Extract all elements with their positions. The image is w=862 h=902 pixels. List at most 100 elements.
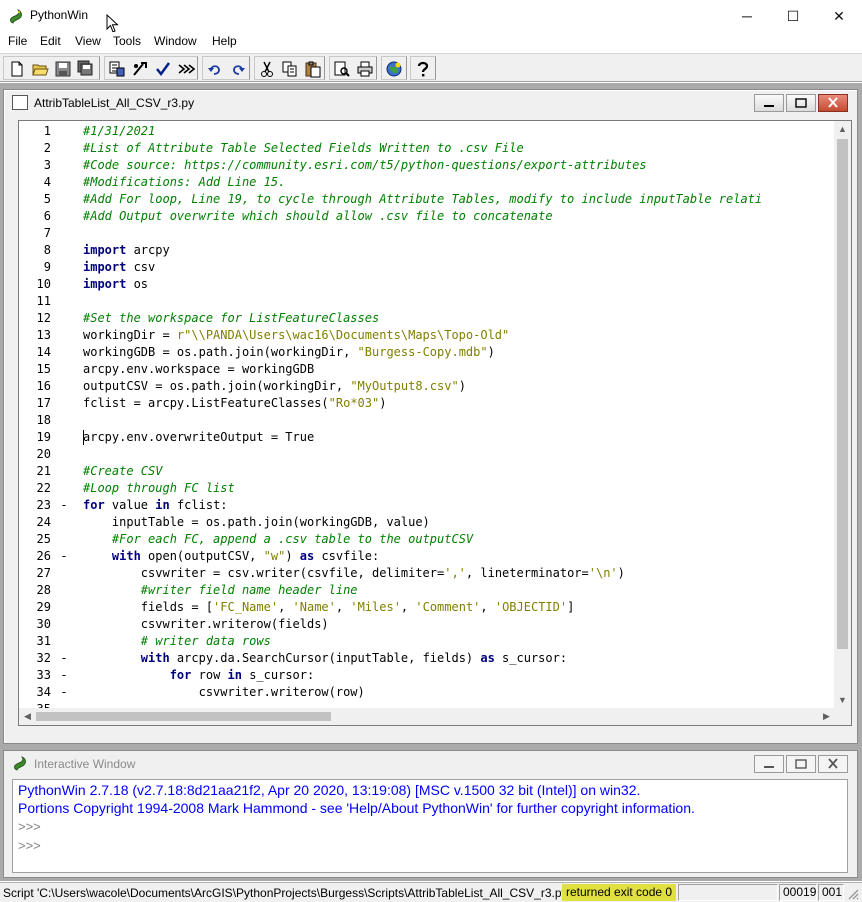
code-line[interactable]: #Create CSV <box>83 463 835 480</box>
code-line[interactable]: arcpy.env.workspace = workingGDB <box>83 361 835 378</box>
code-token: import <box>83 277 127 291</box>
grep-icon[interactable] <box>108 60 126 78</box>
scroll-left-icon[interactable]: ◀ <box>19 708 36 725</box>
run-icon[interactable] <box>131 60 149 78</box>
code-line[interactable]: #Add For loop, Line 19, to cycle through… <box>83 191 835 208</box>
code-token: as <box>480 651 495 665</box>
code-line[interactable] <box>83 293 835 310</box>
maximize-button[interactable]: ☐ <box>770 4 816 28</box>
minimize-icon <box>764 105 774 107</box>
code-line[interactable]: arcpy.env.overwriteOutput = True <box>83 429 835 446</box>
redo-icon[interactable] <box>229 60 247 78</box>
code-line[interactable]: outputCSV = os.path.join(workingDir, "My… <box>83 378 835 395</box>
scroll-right-icon[interactable]: ▶ <box>818 708 835 725</box>
code-line[interactable]: # writer data rows <box>83 633 835 650</box>
code-line[interactable]: workingDir = r"\\PANDA\Users\wac16\Docum… <box>83 327 835 344</box>
editor-minimize-button[interactable] <box>754 94 784 112</box>
line-number: 11 <box>36 294 51 308</box>
menu-view[interactable]: View <box>75 34 101 48</box>
fold-marker-icon[interactable]: - <box>59 548 69 565</box>
undo-icon[interactable] <box>206 60 224 78</box>
code-line[interactable]: with arcpy.da.SearchCursor(inputTable, f… <box>83 650 835 667</box>
scroll-up-icon[interactable]: ▲ <box>834 121 851 138</box>
interactive-minimize-button[interactable] <box>754 755 784 773</box>
code-token: csv <box>126 260 156 274</box>
code-token: s_cursor: <box>494 651 568 665</box>
menu-file[interactable]: File <box>8 34 27 48</box>
minimize-button[interactable]: ─ <box>724 4 770 28</box>
code-line[interactable]: #List of Attribute Table Selected Fields… <box>83 140 835 157</box>
code-line[interactable] <box>83 225 835 242</box>
code-line[interactable]: fclist = arcpy.ListFeatureClasses("Ro*03… <box>83 395 835 412</box>
code-line[interactable]: for row in s_cursor: <box>83 667 835 684</box>
resize-grip-icon[interactable] <box>846 887 860 901</box>
menu-tools[interactable]: Tools <box>113 34 141 48</box>
code-line[interactable]: #writer field name header line <box>83 582 835 599</box>
code-line[interactable]: with open(outputCSV, "w") as csvfile: <box>83 548 835 565</box>
code-line[interactable]: csvwriter.writerow(row) <box>83 684 835 701</box>
fold-marker-icon[interactable]: - <box>59 497 69 514</box>
code-line[interactable]: #1/31/2021 <box>83 123 835 140</box>
watch-icon[interactable] <box>177 60 195 78</box>
editor-titlebar[interactable]: AttribTableList_All_CSV_r3.py <box>4 90 857 114</box>
code-line[interactable]: for value in fclist: <box>83 497 835 514</box>
code-text[interactable]: #1/31/2021 #List of Attribute Table Selec… <box>83 121 835 709</box>
code-line[interactable]: inputTable = os.path.join(workingGDB, va… <box>83 514 835 531</box>
code-line[interactable]: #Add Output overwrite which should allow… <box>83 208 835 225</box>
status-exit-code: returned exit code 0 <box>562 884 677 901</box>
cut-icon[interactable] <box>258 60 276 78</box>
code-token: ) <box>487 345 495 359</box>
check-icon[interactable] <box>154 60 172 78</box>
horizontal-scrollbar[interactable]: ◀ ▶ <box>19 708 835 725</box>
print-preview-icon[interactable] <box>333 60 351 78</box>
horizontal-scroll-thumb[interactable] <box>36 712 331 721</box>
code-token: '\n' <box>588 566 618 580</box>
line-number-gutter: 1 2 3 4 5 6 7 8 9 10 11 12 13 14 15 16 17 18 19 20 21 22 23-24… <box>19 121 83 724</box>
code-line[interactable]: #For each FC, append a .csv table to the… <box>83 531 835 548</box>
interactive-close-button[interactable] <box>818 755 848 773</box>
paste-icon[interactable] <box>304 60 322 78</box>
code-token: with <box>140 651 170 665</box>
copy-icon[interactable] <box>281 60 299 78</box>
save-icon[interactable] <box>54 60 72 78</box>
code-line[interactable]: csvwriter.writerow(fields) <box>83 616 835 633</box>
menu-edit[interactable]: Edit <box>40 34 61 48</box>
code-line[interactable] <box>83 446 835 463</box>
save-all-icon[interactable] <box>77 60 95 78</box>
interactive-restore-button[interactable] <box>786 755 816 773</box>
print-icon[interactable] <box>356 60 374 78</box>
code-line[interactable] <box>83 412 835 429</box>
code-line[interactable]: workingGDB = os.path.join(workingDir, "B… <box>83 344 835 361</box>
help-question-icon[interactable] <box>414 60 432 78</box>
scroll-down-icon[interactable]: ▼ <box>834 692 851 709</box>
app-titlebar[interactable]: PythonWin ─ ☐ ✕ <box>0 0 862 33</box>
code-editor[interactable]: 1 2 3 4 5 6 7 8 9 10 11 12 13 14 15 16 17 18 19 20 21 22 23-24… <box>18 120 852 726</box>
fold-marker-icon[interactable]: - <box>59 684 69 701</box>
code-line[interactable]: import arcpy <box>83 242 835 259</box>
open-folder-icon[interactable] <box>31 60 49 78</box>
prompt-line-current[interactable]: >>> <box>18 837 41 855</box>
editor-restore-button[interactable] <box>786 94 816 112</box>
interactive-titlebar[interactable]: Interactive Window <box>4 751 857 775</box>
code-line[interactable]: fields = ['FC_Name', 'Name', 'Miles', 'C… <box>83 599 835 616</box>
code-line[interactable]: csvwriter = csv.writer(csvfile, delimite… <box>83 565 835 582</box>
fold-marker-icon[interactable]: - <box>59 650 69 667</box>
browser-globe-icon[interactable] <box>385 60 403 78</box>
code-line[interactable]: import os <box>83 276 835 293</box>
editor-close-button[interactable] <box>818 94 848 112</box>
menu-window[interactable]: Window <box>154 34 197 48</box>
interactive-output[interactable]: PythonWin 2.7.18 (v2.7.18:8d21aa21f2, Ap… <box>12 779 848 873</box>
close-button[interactable]: ✕ <box>816 4 862 28</box>
code-line[interactable]: #Modifications: Add Line 15. <box>83 174 835 191</box>
fold-marker-icon[interactable]: - <box>59 667 69 684</box>
menu-help[interactable]: Help <box>212 34 237 48</box>
vertical-scroll-thumb[interactable] <box>837 139 848 649</box>
vertical-scrollbar[interactable]: ▲ ▼ <box>834 121 851 709</box>
code-line[interactable]: import csv <box>83 259 835 276</box>
code-line[interactable]: #Set the workspace for ListFeatureClasse… <box>83 310 835 327</box>
line-number: 31 <box>36 634 51 648</box>
code-line[interactable]: #Loop through FC list <box>83 480 835 497</box>
new-file-icon[interactable] <box>8 60 26 78</box>
code-line[interactable]: #Code source: https://community.esri.com… <box>83 157 835 174</box>
